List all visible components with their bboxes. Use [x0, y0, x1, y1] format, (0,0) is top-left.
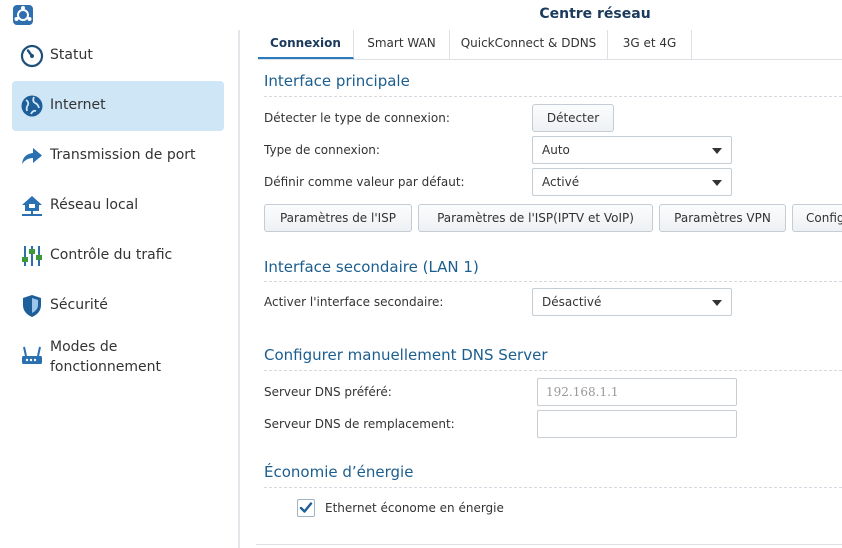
- sidebar-item-security[interactable]: Sécurité: [12, 281, 224, 331]
- secondary-interface-value: Désactivé: [542, 295, 602, 309]
- window-title: Centre réseau: [539, 6, 651, 22]
- tab-smart-wan[interactable]: Smart WAN: [354, 30, 450, 59]
- footer-divider: [256, 544, 842, 545]
- connection-type-label: Type de connexion:: [264, 143, 380, 157]
- checkmark-icon: [299, 502, 313, 513]
- configuration-button[interactable]: Configuration: [792, 204, 842, 232]
- preferred-dns-label: Serveur DNS préféré:: [264, 385, 392, 399]
- tab-connexion[interactable]: Connexion: [258, 30, 354, 59]
- sliders-icon: [22, 246, 42, 266]
- default-value-select[interactable]: Activé: [532, 168, 732, 196]
- detect-button[interactable]: Détecter: [532, 104, 614, 132]
- isp-settings-button[interactable]: Paramètres de l'ISP: [264, 204, 412, 232]
- chevron-down-icon: [712, 180, 722, 186]
- sidebar-item-statut[interactable]: Statut: [12, 31, 224, 81]
- sidebar-item-label: Internet: [50, 97, 106, 113]
- section-title-dns: Configurer manuellement DNS Server: [264, 346, 548, 364]
- forward-arrow-icon: [22, 148, 42, 164]
- sidebar-item-local-network[interactable]: Réseau local: [12, 181, 224, 231]
- default-value-label: Définir comme valeur par défaut:: [264, 175, 465, 189]
- gauge-icon: [20, 44, 44, 68]
- sidebar-item-label: Sécurité: [50, 297, 108, 313]
- sidebar-item-label-line2: fonctionnement: [50, 359, 161, 375]
- secondary-interface-select[interactable]: Désactivé: [532, 288, 732, 316]
- alternate-dns-label: Serveur DNS de remplacement:: [264, 417, 455, 431]
- network-center-icon: [13, 5, 33, 25]
- section-title-energy: Économie d’énergie: [264, 463, 414, 481]
- sidebar-item-label: Transmission de port: [50, 147, 196, 163]
- tab-quickconnect-ddns[interactable]: QuickConnect & DDNS: [450, 30, 608, 59]
- main-panel: Connexion Smart WAN QuickConnect & DDNS …: [240, 30, 842, 548]
- section-title-secondary: Interface secondaire (LAN 1): [264, 258, 479, 276]
- tab-bar: Connexion Smart WAN QuickConnect & DDNS …: [258, 30, 842, 60]
- router-icon: [22, 346, 42, 364]
- section-divider: [264, 281, 842, 282]
- sidebar-item-internet[interactable]: Internet: [12, 81, 224, 131]
- sidebar-item-port-forwarding[interactable]: Transmission de port: [12, 131, 224, 181]
- sidebar-item-label: Modes de fonctionnement: [50, 337, 220, 377]
- vpn-settings-button[interactable]: Paramètres VPN: [659, 204, 786, 232]
- section-divider: [264, 487, 842, 488]
- globe-icon: [21, 95, 43, 117]
- section-divider: [264, 96, 842, 97]
- isp-iptv-voip-settings-button[interactable]: Paramètres de l'ISP(IPTV et VoIP): [418, 204, 653, 232]
- default-value-value: Activé: [542, 175, 580, 189]
- tab-3g-4g[interactable]: 3G et 4G: [608, 30, 692, 59]
- preferred-dns-input[interactable]: 192.168.1.1: [537, 378, 737, 406]
- connection-type-value: Auto: [542, 143, 570, 157]
- sidebar-item-label: Réseau local: [50, 197, 139, 213]
- title-bar: Centre réseau: [0, 0, 842, 30]
- sidebar-item-operation-modes[interactable]: Modes de fonctionnement: [12, 331, 224, 381]
- detect-connection-label: Détecter le type de connexion:: [264, 111, 450, 125]
- sidebar: Statut Internet Transmission de port Rés…: [0, 30, 238, 548]
- sidebar-item-traffic-control[interactable]: Contrôle du trafic: [12, 231, 224, 281]
- sidebar-item-label: Contrôle du trafic: [50, 247, 173, 263]
- connection-type-select[interactable]: Auto: [532, 136, 732, 164]
- shield-icon: [23, 295, 41, 317]
- sidebar-item-label: Statut: [50, 47, 93, 63]
- secondary-interface-label: Activer l'interface secondaire:: [264, 295, 444, 309]
- sidebar-item-label-line1: Modes de: [50, 339, 118, 355]
- eee-checkbox[interactable]: [297, 499, 315, 517]
- eee-label: Ethernet économe en énergie: [325, 501, 504, 515]
- chevron-down-icon: [712, 300, 722, 306]
- chevron-down-icon: [712, 148, 722, 154]
- section-divider: [264, 370, 842, 371]
- section-title-primary: Interface principale: [264, 72, 410, 90]
- alternate-dns-input[interactable]: [537, 410, 737, 438]
- home-network-icon: [22, 196, 42, 216]
